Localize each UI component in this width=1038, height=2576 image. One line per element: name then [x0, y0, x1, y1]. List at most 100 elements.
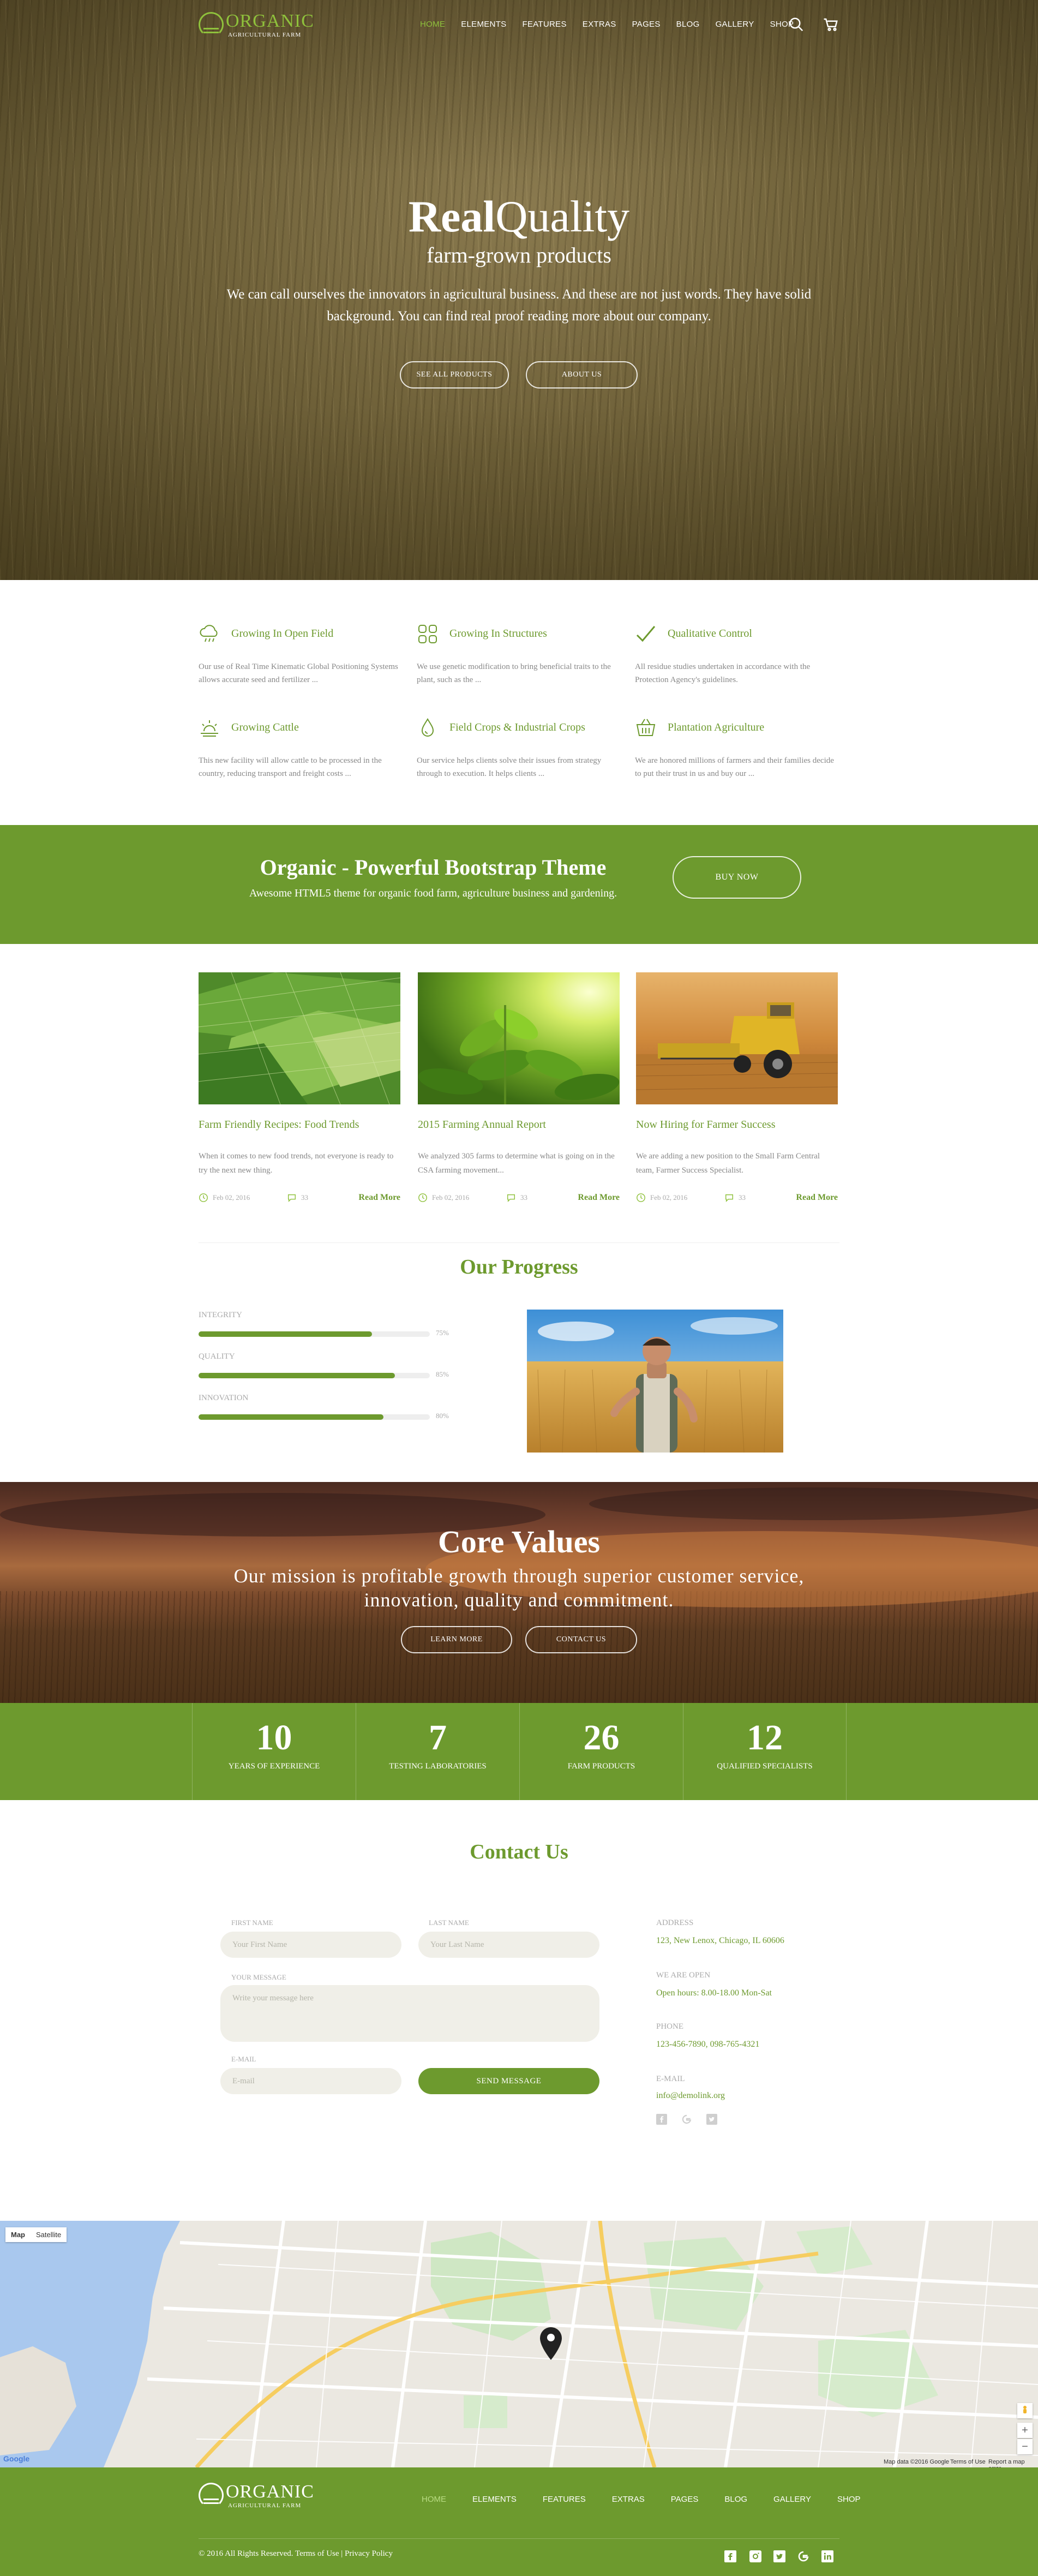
- stat-number: 12: [747, 1718, 783, 1758]
- banner-title: Organic - Powerful Bootstrap Theme: [260, 855, 607, 880]
- nav-features[interactable]: FEATURES: [522, 20, 566, 29]
- progress-fill: [199, 1414, 384, 1420]
- stat-item: 12 QUALIFIED SPECIALISTS: [683, 1703, 847, 1800]
- read-more-link[interactable]: Read More: [578, 1193, 620, 1203]
- hours-value: Open hours: 8.00-18.00 Mon-Sat: [656, 1988, 772, 1998]
- hero-section: ORGANIC Agricultural Farm HOME ELEMENTS …: [0, 0, 1038, 580]
- core-title-bold: Core: [437, 1524, 505, 1559]
- post-title[interactable]: Now Hiring for Farmer Success: [636, 1119, 776, 1131]
- nav-pages[interactable]: PAGES: [632, 20, 661, 29]
- contact-us-button[interactable]: CONTACT US: [525, 1626, 637, 1653]
- facebook-icon[interactable]: [656, 2114, 667, 2125]
- see-all-products-button[interactable]: SEE ALL PRODUCTS: [400, 361, 509, 389]
- post-comments[interactable]: 33: [506, 1193, 527, 1203]
- nav-extras[interactable]: EXTRAS: [583, 20, 616, 29]
- linkedin-icon[interactable]: [821, 2550, 833, 2562]
- email-input[interactable]: E-mail: [220, 2068, 401, 2094]
- stat-item: 7 TESTING LABORATORIES: [356, 1703, 519, 1800]
- phone-value[interactable]: 123-456-7890, 098-765-4321: [656, 2040, 759, 2049]
- footer-nav-features[interactable]: FEATURES: [543, 2495, 586, 2504]
- feature-title: Growing In Structures: [449, 627, 547, 639]
- comment-icon: [507, 1194, 515, 1203]
- cart-icon[interactable]: [823, 16, 839, 33]
- read-more-link[interactable]: Read More: [796, 1193, 838, 1203]
- post-comments[interactable]: 33: [287, 1193, 308, 1203]
- nav-home[interactable]: HOME: [420, 20, 445, 29]
- learn-more-button[interactable]: LEARN MORE: [401, 1626, 512, 1653]
- footer-nav-elements[interactable]: ELEMENTS: [472, 2495, 517, 2504]
- map-terms-link[interactable]: Terms of Use: [950, 2459, 986, 2465]
- google-icon[interactable]: [797, 2550, 809, 2562]
- nav-blog[interactable]: BLOG: [676, 20, 700, 29]
- read-more-link[interactable]: Read More: [358, 1193, 400, 1203]
- footer-nav-blog[interactable]: BLOG: [724, 2495, 747, 2504]
- twitter-icon[interactable]: [706, 2114, 717, 2125]
- nav-elements[interactable]: ELEMENTS: [461, 20, 506, 29]
- footer-nav-pages[interactable]: PAGES: [671, 2495, 699, 2504]
- footer-nav-extras[interactable]: EXTRAS: [612, 2495, 645, 2504]
- stat-number: 26: [583, 1718, 620, 1758]
- address-value: 123, New Lenox, Chicago, IL 60606: [656, 1936, 784, 1945]
- map-zoom-out[interactable]: −: [1017, 2439, 1033, 2454]
- buy-now-button[interactable]: BUY NOW: [673, 856, 801, 899]
- logo-text: ORGANIC: [226, 11, 314, 31]
- core-values-title: Core Values: [0, 1523, 1038, 1560]
- message-textarea[interactable]: Write your message here: [220, 1985, 599, 2042]
- google-map[interactable]: Map Satellite Google Map data ©2016 Goog…: [0, 2221, 1038, 2467]
- logo[interactable]: ORGANIC Agricultural Farm: [199, 10, 314, 40]
- logo-icon: [199, 2483, 224, 2508]
- instagram-icon[interactable]: [749, 2550, 761, 2562]
- first-name-input[interactable]: Your First Name: [220, 1932, 401, 1958]
- clock-icon: [637, 1193, 645, 1202]
- clock-icon: [418, 1193, 427, 1202]
- email-link[interactable]: info@demolink.org: [656, 2091, 725, 2101]
- nav-gallery[interactable]: GALLERY: [716, 20, 754, 29]
- post-excerpt: When it comes to new food trends, not ev…: [199, 1152, 394, 1175]
- comment-icon: [287, 1194, 296, 1203]
- progress-track: [199, 1373, 430, 1378]
- progress-percent: 85%: [436, 1370, 449, 1378]
- stat-number: 10: [256, 1718, 292, 1758]
- progress-fill: [199, 1331, 372, 1337]
- blog-post[interactable]: Now Hiring for Farmer Success We are add…: [635, 972, 838, 1203]
- post-title[interactable]: Farm Friendly Recipes: Food Trends: [199, 1119, 359, 1131]
- post-image-tea-leaves[interactable]: [418, 972, 620, 1104]
- post-image-fields[interactable]: [198, 972, 401, 1105]
- map-pegman-icon[interactable]: [1017, 2403, 1033, 2418]
- map-canvas[interactable]: [0, 2221, 1038, 2467]
- post-date: Feb 02, 2016: [636, 1193, 687, 1203]
- about-us-button[interactable]: ABOUT US: [526, 361, 638, 389]
- email-info-label: E-MAIL: [656, 2075, 685, 2083]
- divider: [199, 1242, 839, 1243]
- post-meta: Feb 02, 2016 33 Read More: [418, 1193, 620, 1207]
- map-tab-map[interactable]: Map: [5, 2227, 31, 2242]
- core-title-light: Values: [511, 1524, 601, 1559]
- search-icon[interactable]: [788, 16, 805, 33]
- logo-text: ORGANIC: [226, 2482, 314, 2502]
- send-message-button[interactable]: SEND MESSAGE: [418, 2068, 599, 2094]
- facebook-icon[interactable]: [724, 2550, 736, 2562]
- progress-label: INNOVATION: [199, 1394, 249, 1402]
- map-zoom-in[interactable]: +: [1017, 2423, 1033, 2438]
- blog-post[interactable]: 2015 Farming Annual Report We analyzed 3…: [418, 972, 620, 1203]
- footer-nav-shop[interactable]: SHOP: [837, 2495, 861, 2504]
- post-date: Feb 02, 2016: [199, 1193, 250, 1203]
- post-date-text: Feb 02, 2016: [432, 1193, 470, 1202]
- footer-logo[interactable]: ORGANIC Agricultural Farm: [199, 2481, 314, 2511]
- post-title[interactable]: 2015 Farming Annual Report: [418, 1119, 546, 1131]
- last-name-input[interactable]: Your Last Name: [418, 1932, 599, 1958]
- post-comments[interactable]: 33: [724, 1193, 746, 1203]
- twitter-icon[interactable]: [773, 2550, 785, 2562]
- footer-nav-home[interactable]: HOME: [422, 2495, 446, 2504]
- grid-icon: [417, 623, 439, 645]
- post-image-harvester[interactable]: [635, 972, 838, 1104]
- blog-post[interactable]: Farm Friendly Recipes: Food Trends When …: [198, 972, 401, 1203]
- map-tab-satellite[interactable]: Satellite: [31, 2227, 67, 2242]
- map-report-link[interactable]: Report a map error: [988, 2459, 1038, 2467]
- google-icon[interactable]: [681, 2114, 692, 2125]
- check-icon: [635, 623, 657, 645]
- map-type-toggle: Map Satellite: [5, 2227, 67, 2242]
- header: ORGANIC Agricultural Farm HOME ELEMENTS …: [0, 0, 1038, 52]
- address-label: ADDRESS: [656, 1918, 694, 1927]
- footer-nav-gallery[interactable]: GALLERY: [773, 2495, 811, 2504]
